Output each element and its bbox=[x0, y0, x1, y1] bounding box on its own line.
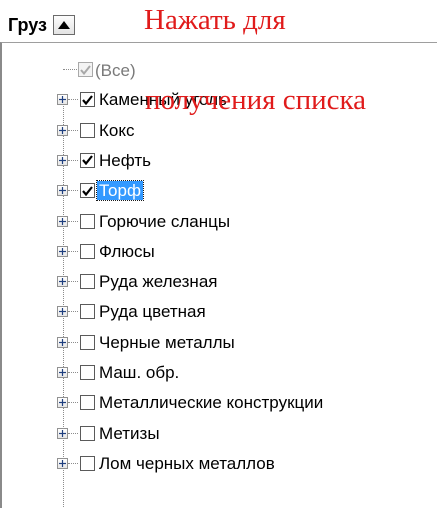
plus-icon bbox=[59, 399, 66, 407]
expand-button[interactable] bbox=[57, 367, 68, 378]
plus-icon bbox=[59, 459, 66, 467]
item-checkbox[interactable] bbox=[80, 92, 95, 108]
list-item[interactable]: Метизы bbox=[2, 419, 437, 447]
list-item-label: Лом черных металлов bbox=[99, 453, 275, 473]
tree-connector bbox=[68, 281, 78, 283]
list-item-label: Метизы bbox=[99, 423, 160, 443]
plus-icon bbox=[59, 217, 66, 225]
list-item-all[interactable]: (Все) bbox=[2, 55, 437, 83]
expand-button[interactable] bbox=[57, 124, 68, 136]
item-checkbox[interactable] bbox=[80, 304, 95, 320]
tree-connector bbox=[68, 311, 78, 313]
item-checkbox[interactable] bbox=[80, 334, 95, 350]
expand-button[interactable] bbox=[57, 306, 68, 318]
item-checkbox[interactable] bbox=[80, 395, 95, 411]
expand-button[interactable] bbox=[57, 397, 68, 409]
plus-icon bbox=[59, 126, 66, 134]
screen: Груз Нажать для (Все) Каменный уголь Кокс Н… bbox=[0, 0, 437, 508]
tree-connector bbox=[68, 372, 78, 373]
tree-connector bbox=[68, 190, 78, 192]
tree-connector bbox=[68, 432, 78, 434]
tree-connector bbox=[68, 402, 78, 404]
list-item[interactable]: Нефть bbox=[2, 146, 437, 174]
annotation-line-2: получения списка bbox=[145, 84, 366, 116]
expand-button[interactable] bbox=[57, 245, 68, 257]
tree-connector bbox=[68, 250, 78, 252]
list-item-label: Черные металлы bbox=[99, 332, 235, 352]
tree-connector bbox=[68, 220, 78, 222]
dropdown-button[interactable] bbox=[53, 15, 75, 35]
list-item-label: Торф bbox=[96, 180, 144, 202]
item-checkbox[interactable] bbox=[80, 425, 95, 441]
tree-connector bbox=[68, 462, 78, 464]
list-item[interactable]: Черные металлы bbox=[2, 328, 437, 356]
list-item-label: Маш. обр. bbox=[99, 363, 180, 382]
checkmark-icon bbox=[82, 95, 93, 105]
list-item[interactable]: Горючие сланцы bbox=[2, 207, 437, 235]
plus-icon bbox=[59, 338, 66, 346]
expand-button[interactable] bbox=[57, 215, 68, 227]
plus-icon bbox=[59, 187, 66, 195]
list-item-label: Горючие сланцы bbox=[99, 211, 231, 231]
plus-icon bbox=[59, 429, 66, 437]
expand-button[interactable] bbox=[57, 94, 68, 106]
select-all-checkbox[interactable] bbox=[78, 62, 93, 77]
expand-button[interactable] bbox=[57, 427, 68, 439]
plus-icon bbox=[59, 156, 66, 164]
tree-connector bbox=[68, 159, 78, 161]
list-item-label: Нефть bbox=[99, 150, 151, 170]
item-checkbox[interactable] bbox=[80, 274, 95, 290]
list-item-label: Руда цветная bbox=[99, 302, 206, 322]
expand-button[interactable] bbox=[57, 185, 68, 197]
list-item-label: Флюсы bbox=[99, 241, 155, 261]
list-item[interactable]: Маш. обр. bbox=[2, 358, 437, 386]
list-item[interactable]: Кокс bbox=[2, 116, 437, 144]
field-header: Груз bbox=[7, 11, 75, 39]
list-item-label: Металлические конструкции bbox=[99, 393, 324, 413]
item-checkbox[interactable] bbox=[80, 213, 95, 229]
tree-connector bbox=[68, 341, 78, 343]
triangle-up-icon bbox=[58, 21, 70, 29]
item-checkbox[interactable] bbox=[80, 183, 95, 199]
list-item[interactable]: Флюсы bbox=[2, 237, 437, 265]
plus-icon bbox=[59, 308, 66, 316]
item-checkbox[interactable] bbox=[80, 365, 95, 380]
checkmark-icon bbox=[82, 186, 93, 196]
checkmark-icon bbox=[82, 155, 93, 166]
list-item[interactable]: Руда цветная bbox=[2, 297, 437, 325]
item-checkbox[interactable] bbox=[80, 122, 95, 138]
list-item[interactable]: Лом черных металлов bbox=[2, 449, 437, 477]
expand-button[interactable] bbox=[57, 457, 68, 469]
item-checkbox[interactable] bbox=[80, 243, 95, 259]
plus-icon bbox=[59, 369, 66, 376]
field-label: Груз bbox=[8, 15, 47, 35]
tree-connector bbox=[68, 129, 78, 131]
expand-button[interactable] bbox=[57, 336, 68, 348]
expand-button[interactable] bbox=[57, 276, 68, 288]
item-checkbox[interactable] bbox=[80, 152, 95, 168]
list-item[interactable]: Руда железная bbox=[2, 267, 437, 295]
list-item-label: (Все) bbox=[95, 61, 136, 80]
list-item-label: Кокс bbox=[99, 120, 135, 140]
plus-icon bbox=[59, 247, 66, 255]
list-item[interactable]: Торф bbox=[2, 176, 437, 204]
annotation-line-1: Нажать для bbox=[144, 4, 286, 36]
tree-connector bbox=[68, 99, 78, 101]
expand-button[interactable] bbox=[57, 154, 68, 166]
tree-connector bbox=[63, 69, 77, 70]
list-item[interactable]: Металлические конструкции bbox=[2, 388, 437, 416]
checkmark-icon bbox=[80, 64, 91, 75]
list-item-label: Руда железная bbox=[99, 272, 218, 292]
plus-icon bbox=[59, 278, 66, 286]
item-checkbox[interactable] bbox=[80, 455, 95, 471]
plus-icon bbox=[59, 96, 66, 104]
